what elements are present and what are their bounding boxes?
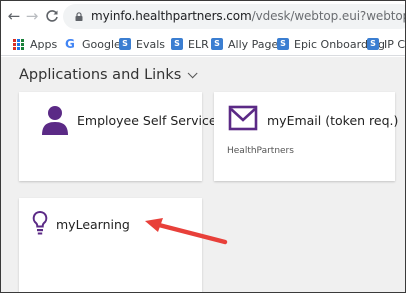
bookmark-apps[interactable]: Apps (13, 36, 57, 52)
sharepoint-icon: S (211, 38, 223, 50)
chevron-down-icon (187, 68, 198, 79)
bookmark-google[interactable]: G Google (65, 36, 121, 52)
tile-label: Employee Self Service (77, 113, 217, 128)
envelope-icon (228, 105, 258, 131)
bookmark-evals[interactable]: S Evals (119, 36, 165, 52)
bookmark-label: Apps (30, 37, 58, 51)
person-icon (42, 106, 68, 135)
tile-label: myLearning (56, 217, 130, 232)
bookmark-label: Ally Page (228, 37, 279, 51)
url-host: myinfo.healthpartners.com (91, 9, 252, 23)
app-tile-myemail[interactable]: myEmail (token req.) HealthPartners (214, 92, 399, 181)
browser-window: ← → myinfo.healthpartners.com/vdesk/webt… (0, 0, 406, 293)
lock-icon (75, 12, 83, 21)
sharepoint-icon: S (171, 38, 183, 50)
tile-label: myEmail (token req.) (267, 113, 399, 128)
section-header[interactable]: Applications and Links (19, 67, 198, 83)
reload-icon[interactable] (43, 7, 61, 25)
bookmark-elr[interactable]: S ELR (171, 36, 209, 52)
app-tile-employee-self-service[interactable]: Employee Self Service (19, 92, 217, 181)
url-field[interactable]: myinfo.healthpartners.com/vdesk/webtop.e… (63, 4, 405, 29)
bookmark-label: Google (82, 37, 121, 51)
page-content: Applications and Links Employee Self Ser… (1, 57, 405, 292)
bookmark-label: Evals (136, 37, 165, 51)
url-text: myinfo.healthpartners.com/vdesk/webtop.e… (91, 9, 405, 23)
sharepoint-icon: S (119, 38, 131, 50)
google-icon: G (65, 37, 75, 51)
bookmarks-bar: Apps G Google S Evals S ELR S Ally Page … (1, 33, 406, 56)
bookmark-ally-page[interactable]: S Ally Page (211, 36, 278, 52)
annotation-arrow (145, 218, 228, 245)
tile-sublabel: HealthPartners (227, 146, 294, 156)
bookmark-ip-clin[interactable]: S IP Clin (367, 36, 406, 52)
sharepoint-icon: S (367, 38, 379, 50)
bookmark-label: IP Clin (384, 37, 406, 51)
address-bar-row: ← → myinfo.healthpartners.com/vdesk/webt… (1, 1, 405, 33)
bookmark-label: ELR (188, 37, 209, 51)
arrow-left-icon[interactable]: ← (5, 7, 23, 25)
arrow-right-icon[interactable]: → (23, 7, 41, 25)
url-path: /vdesk/webtop.eui?webtop=/Common/m (251, 9, 405, 23)
lightbulb-icon (32, 210, 48, 235)
apps-grid-icon (13, 38, 25, 50)
section-title: Applications and Links (19, 67, 182, 83)
sharepoint-icon: S (277, 38, 289, 50)
